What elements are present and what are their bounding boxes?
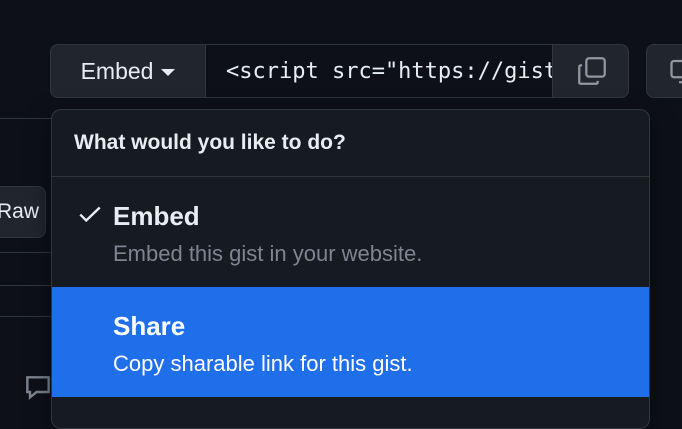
embed-toolbar: Embed <box>50 44 629 98</box>
raw-button-label: Raw <box>0 200 39 224</box>
open-desktop-button[interactable] <box>646 44 682 98</box>
menu-item-embed[interactable]: Embed Embed this gist in your website. <box>52 177 649 287</box>
check-icon <box>77 201 103 227</box>
chevron-down-icon <box>161 69 175 76</box>
copy-button[interactable] <box>553 45 629 97</box>
desktop-icon <box>669 56 682 86</box>
menu-item-description: Copy sharable link for this gist. <box>113 351 413 377</box>
embed-code-input[interactable] <box>205 45 553 97</box>
menu-item-description: Embed this gist in your website. <box>113 241 422 267</box>
menu-item-title: Share <box>113 311 185 342</box>
menu-header: What would you like to do? <box>52 110 649 177</box>
raw-button[interactable]: Raw <box>0 186 46 238</box>
comment-icon <box>22 372 54 404</box>
embed-dropdown-label: Embed <box>81 58 154 85</box>
embed-dropdown-button[interactable]: Embed <box>51 45 205 97</box>
embed-options-menu: What would you like to do? Embed Embed t… <box>51 109 650 429</box>
menu-item-title: Embed <box>113 201 200 232</box>
copy-icon <box>575 54 609 88</box>
menu-item-share[interactable]: Share Copy sharable link for this gist. <box>52 287 649 397</box>
